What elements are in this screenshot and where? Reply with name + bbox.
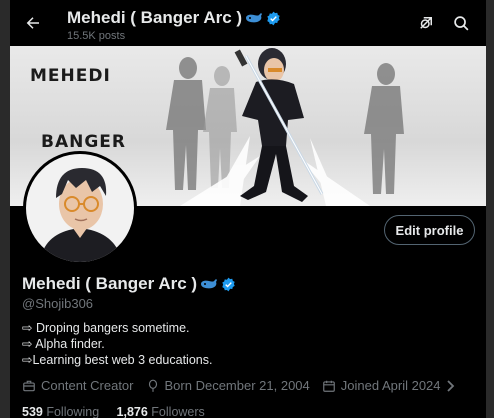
avatar-image [26,154,134,262]
briefcase-icon [23,380,35,391]
followers-link[interactable]: 1,876 Followers [117,405,205,418]
header-title-text: Mehedi ( Banger Arc ) [67,8,243,27]
header-posts-count: 15.5K posts [67,30,126,42]
following-label: Following [46,405,100,418]
grok-button[interactable] [415,12,437,34]
header-title: Mehedi ( Banger Arc ) [67,8,281,28]
meta-born-text: Born December 21, 2004 [164,378,310,393]
meta-category-text: Content Creator [41,378,134,393]
balloon-icon [148,379,157,392]
meta-joined-text: Joined April 2024 [340,378,441,393]
verified-badge-icon[interactable] [221,277,236,292]
meta-joined[interactable]: Joined April 2024 [322,378,456,393]
back-arrow-icon [26,17,39,29]
follow-stats: 539 Following 1,876 Followers [22,405,205,418]
banner-text-top: MEHEDI [30,66,111,86]
followers-label: Followers [151,405,205,418]
profile-avatar[interactable] [23,151,137,265]
profile-meta: Content Creator Born December 21, 2004 J… [22,378,468,393]
followers-count: 1,876 [116,405,148,418]
whale-icon [201,279,218,289]
bio-line: ⇨Learning best web 3 educations. [22,353,213,367]
banner-text-bottom: BANGER [41,132,126,152]
following-count: 539 [22,405,43,418]
top-header: Mehedi ( Banger Arc ) 15.5K posts [10,0,486,46]
bio-line: ⇨ Alpha finder. [22,337,105,351]
back-button[interactable] [20,10,46,36]
verified-badge-icon [267,11,280,25]
chevron-right-icon [446,379,454,392]
meta-born: Born December 21, 2004 [146,378,310,393]
grok-icon [420,17,432,29]
profile-name: Mehedi ( Banger Arc ) [22,274,236,294]
profile-name-text: Mehedi ( Banger Arc ) [22,274,198,293]
meta-category: Content Creator [22,378,134,393]
profile-bio: ⇨ Droping bangers sometime. ⇨ Alpha find… [22,320,212,368]
edit-profile-button[interactable]: Edit profile [384,215,475,245]
following-link[interactable]: 539 Following [22,405,99,418]
search-button[interactable] [450,12,472,34]
profile-handle: @Shojib306 [22,296,94,311]
search-icon [453,15,468,30]
profile-frame: Mehedi ( Banger Arc ) 15.5K posts MEHEDI… [10,0,486,418]
bio-line: ⇨ Droping bangers sometime. [22,321,190,335]
calendar-icon [322,380,335,392]
whale-icon [246,13,263,23]
